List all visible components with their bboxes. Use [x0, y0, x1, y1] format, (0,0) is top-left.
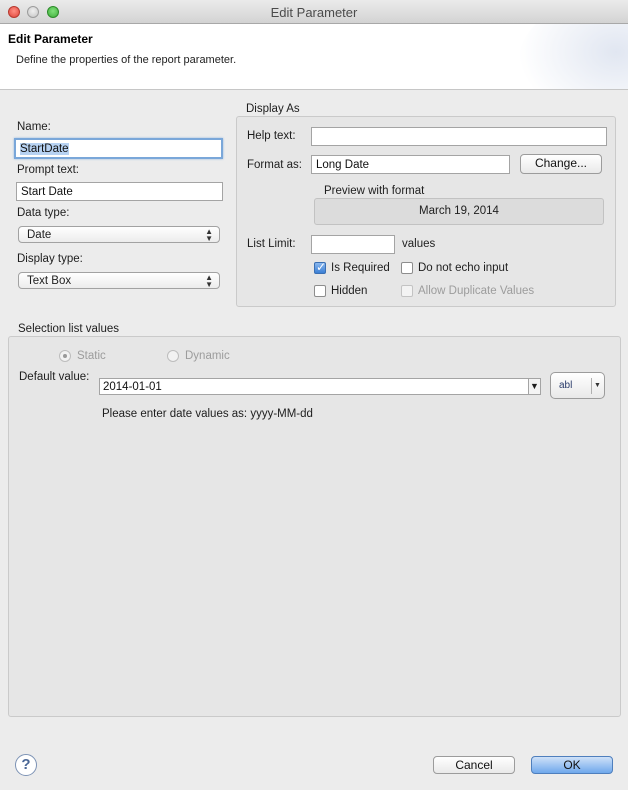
display-type-label: Display type: [17, 253, 83, 265]
dynamic-radio [167, 350, 179, 362]
button-divider [591, 378, 592, 394]
do-not-echo-checkbox[interactable] [401, 262, 413, 274]
data-type-select[interactable]: Date ▲ ▼ [18, 226, 220, 243]
display-type-value: Text Box [27, 275, 72, 287]
static-radio-label: Static [77, 350, 106, 362]
list-limit-label: List Limit: [247, 238, 296, 250]
display-type-select[interactable]: Text Box ▲ ▼ [18, 272, 220, 289]
expression-button-label: abl [559, 380, 573, 391]
updown-arrows-icon: ▲ ▼ [205, 273, 213, 289]
format-as-label: Format as: [247, 159, 302, 171]
window-title: Edit Parameter [270, 5, 358, 20]
data-type-label: Data type: [17, 207, 70, 219]
header-decoration [518, 24, 628, 89]
prompt-text-label: Prompt text: [17, 164, 79, 176]
radio-dot [63, 354, 67, 358]
hidden-checkbox[interactable] [314, 285, 326, 297]
format-preview: March 19, 2014 [314, 198, 604, 225]
default-value-label: Default value: [19, 371, 90, 383]
format-as-field[interactable]: Long Date [311, 155, 510, 174]
is-required-checkbox[interactable]: ✓ [314, 260, 327, 274]
display-as-group-label: Display As [246, 103, 300, 115]
default-value-text: 2014-01-01 [103, 381, 162, 393]
updown-arrows-icon: ▲ ▼ [205, 227, 213, 243]
allow-duplicates-label: Allow Duplicate Values [418, 285, 535, 297]
dialog-heading: Edit Parameter [8, 32, 93, 46]
is-required-label: Is Required [331, 262, 390, 274]
ok-button[interactable]: OK [531, 756, 613, 774]
chevron-down-icon: ▼ [594, 382, 601, 389]
values-suffix: values [402, 238, 436, 250]
help-text-label: Help text: [247, 130, 296, 142]
dialog-header: Edit Parameter Define the properties of … [0, 24, 628, 90]
selection-list-label: Selection list values [18, 323, 119, 335]
change-format-button[interactable]: Change... [520, 154, 602, 174]
do-not-echo-label: Do not echo input [418, 262, 509, 274]
name-field-value: StartDate [20, 143, 69, 155]
cancel-button[interactable]: Cancel [433, 756, 515, 774]
preview-label: Preview with format [324, 185, 425, 197]
dynamic-radio-label: Dynamic [185, 350, 230, 362]
name-field[interactable]: StartDate [14, 138, 223, 159]
hidden-label: Hidden [331, 285, 368, 297]
date-format-hint: Please enter date values as: yyyy-MM-dd [102, 408, 313, 420]
list-limit-field[interactable] [311, 235, 395, 254]
help-text-field[interactable] [311, 127, 607, 146]
expression-builder-button[interactable]: abl ▼ [550, 372, 605, 399]
allow-duplicates-checkbox [401, 285, 413, 297]
name-label: Name: [17, 121, 51, 133]
format-preview-value: March 19, 2014 [419, 205, 499, 217]
data-type-value: Date [27, 229, 52, 241]
default-value-combo[interactable]: 2014-01-01 [99, 378, 541, 395]
static-radio [59, 350, 71, 362]
check-mark-icon: ✓ [316, 260, 327, 274]
dialog-description: Define the properties of the report para… [16, 54, 237, 66]
prompt-text-field[interactable]: Start Date [16, 182, 223, 201]
chevron-down-icon[interactable]: ▼ [528, 379, 540, 394]
help-circle-icon[interactable]: ? [15, 754, 37, 776]
